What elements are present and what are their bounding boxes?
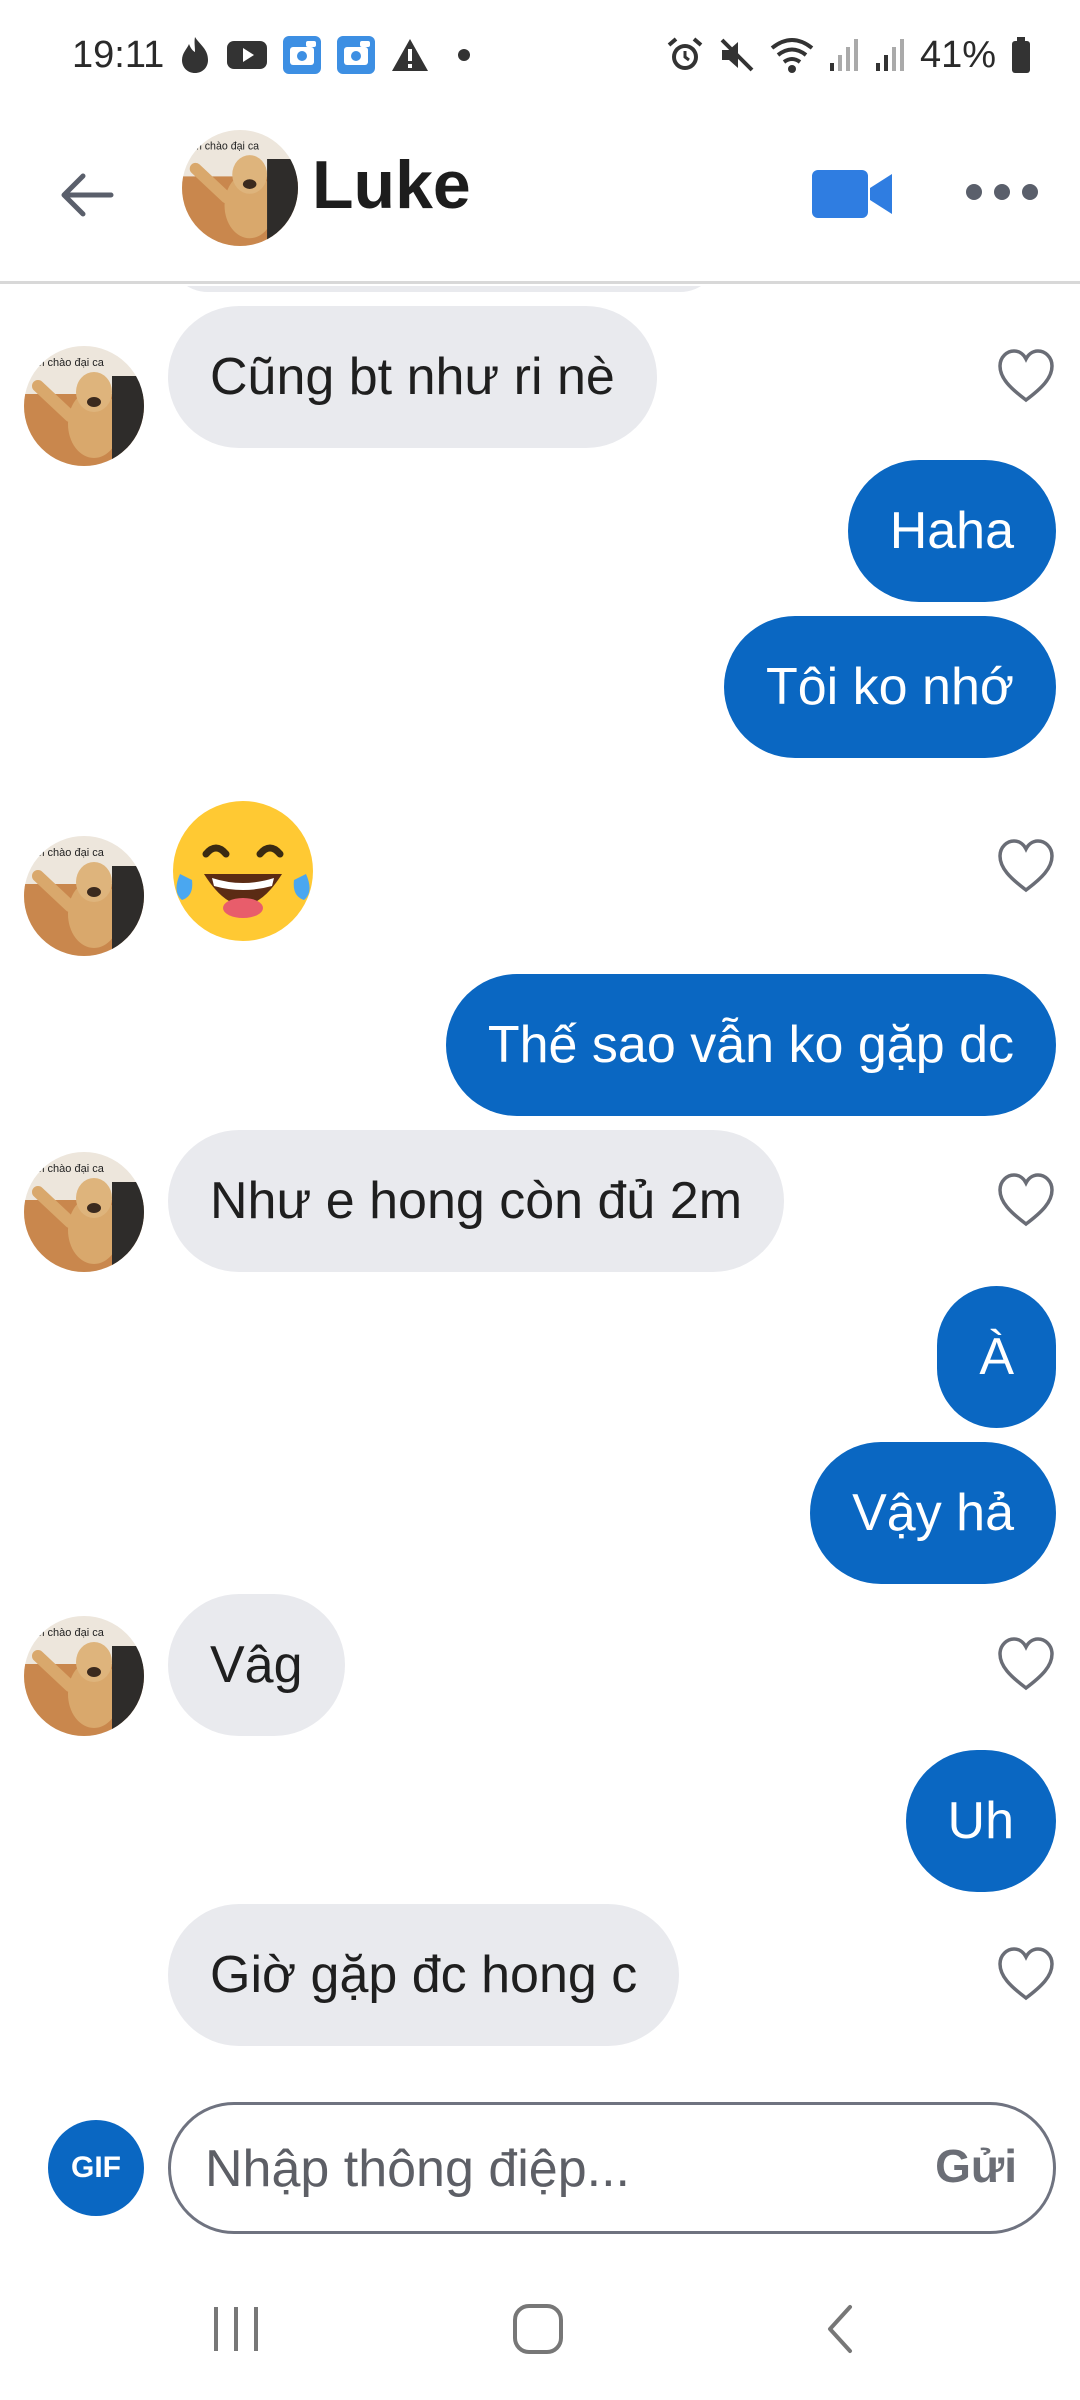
signal-icon bbox=[874, 37, 906, 73]
more-options-button[interactable] bbox=[966, 166, 1038, 218]
outgoing-message-bubble[interactable]: Tôi ko nhớ bbox=[724, 616, 1056, 758]
tinder-flame-icon bbox=[178, 35, 212, 75]
system-nav-bar bbox=[0, 2250, 1080, 2400]
incoming-message-bubble[interactable]: Vâg bbox=[168, 1594, 345, 1736]
dog-avatar-image: Em chào đại ca bbox=[24, 346, 144, 466]
dog-avatar-image: Em chào đại ca bbox=[24, 836, 144, 956]
more-dots-icon bbox=[966, 184, 982, 200]
more-dots-icon bbox=[994, 184, 1010, 200]
incoming-message-bubble[interactable]: Cũng bt như ri nè bbox=[168, 306, 657, 448]
gif-button[interactable]: GIF bbox=[48, 2120, 144, 2216]
wifi-icon bbox=[770, 36, 814, 74]
more-dots-icon bbox=[1022, 184, 1038, 200]
tears-of-joy-emoji bbox=[173, 801, 313, 941]
status-left: 19:11 bbox=[72, 33, 471, 77]
svg-text:Em chào đại ca: Em chào đại ca bbox=[186, 140, 259, 152]
incoming-message-bubble[interactable]: Giờ gặp đc hong c bbox=[168, 1904, 680, 2046]
message-text: Haha bbox=[889, 502, 1014, 560]
send-button[interactable]: Gửi bbox=[935, 2139, 1017, 2193]
emoji-message[interactable] bbox=[168, 796, 318, 951]
message-text: Vâg bbox=[210, 1636, 303, 1694]
message-text: Giờ gặp đc hong c bbox=[210, 1946, 638, 2004]
back-arrow-icon bbox=[61, 173, 114, 217]
heart-icon[interactable] bbox=[996, 1946, 1056, 2002]
sender-avatar[interactable]: Em chào đại ca bbox=[24, 1152, 144, 1272]
message-text: Thế sao vẫn ko gặp dc bbox=[487, 1016, 1014, 1074]
svg-text:Em chào đại ca: Em chào đại ca bbox=[28, 1627, 105, 1639]
warning-icon bbox=[390, 37, 430, 73]
signal-icon bbox=[828, 37, 860, 73]
chat-header: Em chào đại ca Luke bbox=[0, 110, 1080, 284]
header-avatar[interactable]: Em chào đại ca bbox=[182, 130, 298, 246]
message-text: Uh bbox=[947, 1792, 1014, 1850]
more-notifications-dot bbox=[458, 49, 471, 61]
outgoing-message-bubble[interactable]: Haha bbox=[847, 460, 1056, 602]
outgoing-message-bubble[interactable]: À bbox=[937, 1286, 1056, 1428]
status-bar: 19:11 41% bbox=[0, 0, 1080, 110]
heart-icon[interactable] bbox=[996, 838, 1056, 894]
message-input-container[interactable]: Gửi bbox=[168, 2102, 1056, 2234]
dog-avatar-image: Em chào đại ca bbox=[24, 1152, 144, 1272]
gif-label: GIF bbox=[71, 2151, 121, 2184]
heart-icon[interactable] bbox=[996, 348, 1056, 404]
message-input[interactable] bbox=[205, 2127, 865, 2211]
sender-avatar[interactable]: Em chào đại ca bbox=[24, 836, 144, 956]
dog-avatar-image: Em chào đại ca bbox=[24, 1616, 144, 1736]
nav-back-button[interactable] bbox=[800, 2294, 880, 2364]
svg-text:Em chào đại ca: Em chào đại ca bbox=[28, 357, 105, 369]
recent-apps-icon bbox=[214, 2307, 258, 2351]
photo-app-icon bbox=[282, 35, 322, 75]
message-composer: GIF Gửi bbox=[0, 2096, 1080, 2236]
video-call-button[interactable] bbox=[808, 162, 896, 226]
svg-text:Em chào đại ca: Em chào đại ca bbox=[28, 847, 105, 859]
contact-name[interactable]: Luke bbox=[312, 146, 471, 224]
back-button[interactable] bbox=[52, 160, 122, 230]
status-right: 41% bbox=[666, 34, 1032, 77]
incoming-message-bubble[interactable]: Như e hong còn đủ 2m bbox=[168, 1130, 785, 1272]
battery-icon bbox=[1010, 36, 1032, 74]
video-camera-icon bbox=[812, 170, 892, 218]
message-text: Như e hong còn đủ 2m bbox=[210, 1172, 743, 1230]
chat-screen: 19:11 41% Em chào đại ca Luke Em chào đạ… bbox=[0, 0, 1080, 2400]
mute-icon bbox=[718, 36, 756, 74]
recent-apps-button[interactable] bbox=[196, 2294, 276, 2364]
message-list[interactable]: Em chào đại ca Cũng bt như ri nè Haha Tô… bbox=[0, 286, 1080, 2086]
previous-message-bubble bbox=[168, 286, 720, 292]
sender-avatar[interactable]: Em chào đại ca bbox=[24, 346, 144, 466]
outgoing-message-bubble[interactable]: Vậy hả bbox=[810, 1442, 1056, 1584]
outgoing-message-bubble[interactable]: Uh bbox=[905, 1750, 1056, 1892]
message-text: Vậy hả bbox=[852, 1484, 1014, 1542]
message-text: Tôi ko nhớ bbox=[766, 658, 1014, 716]
photo-app-icon bbox=[336, 35, 376, 75]
alarm-icon bbox=[666, 36, 704, 74]
battery-percent: 41% bbox=[919, 33, 996, 76]
svg-text:Em chào đại ca: Em chào đại ca bbox=[28, 1163, 105, 1175]
heart-icon[interactable] bbox=[996, 1636, 1056, 1692]
message-text: Cũng bt như ri nè bbox=[210, 348, 615, 406]
home-icon bbox=[513, 2304, 563, 2354]
dog-avatar-image: Em chào đại ca bbox=[182, 130, 298, 246]
home-button[interactable] bbox=[498, 2294, 578, 2364]
heart-icon[interactable] bbox=[996, 1172, 1056, 1228]
status-time: 19:11 bbox=[72, 33, 165, 76]
sender-avatar[interactable]: Em chào đại ca bbox=[24, 1616, 144, 1736]
message-text: À bbox=[979, 1328, 1014, 1386]
youtube-icon bbox=[226, 39, 268, 71]
outgoing-message-bubble[interactable]: Thế sao vẫn ko gặp dc bbox=[445, 974, 1056, 1116]
back-icon bbox=[828, 2305, 852, 2353]
